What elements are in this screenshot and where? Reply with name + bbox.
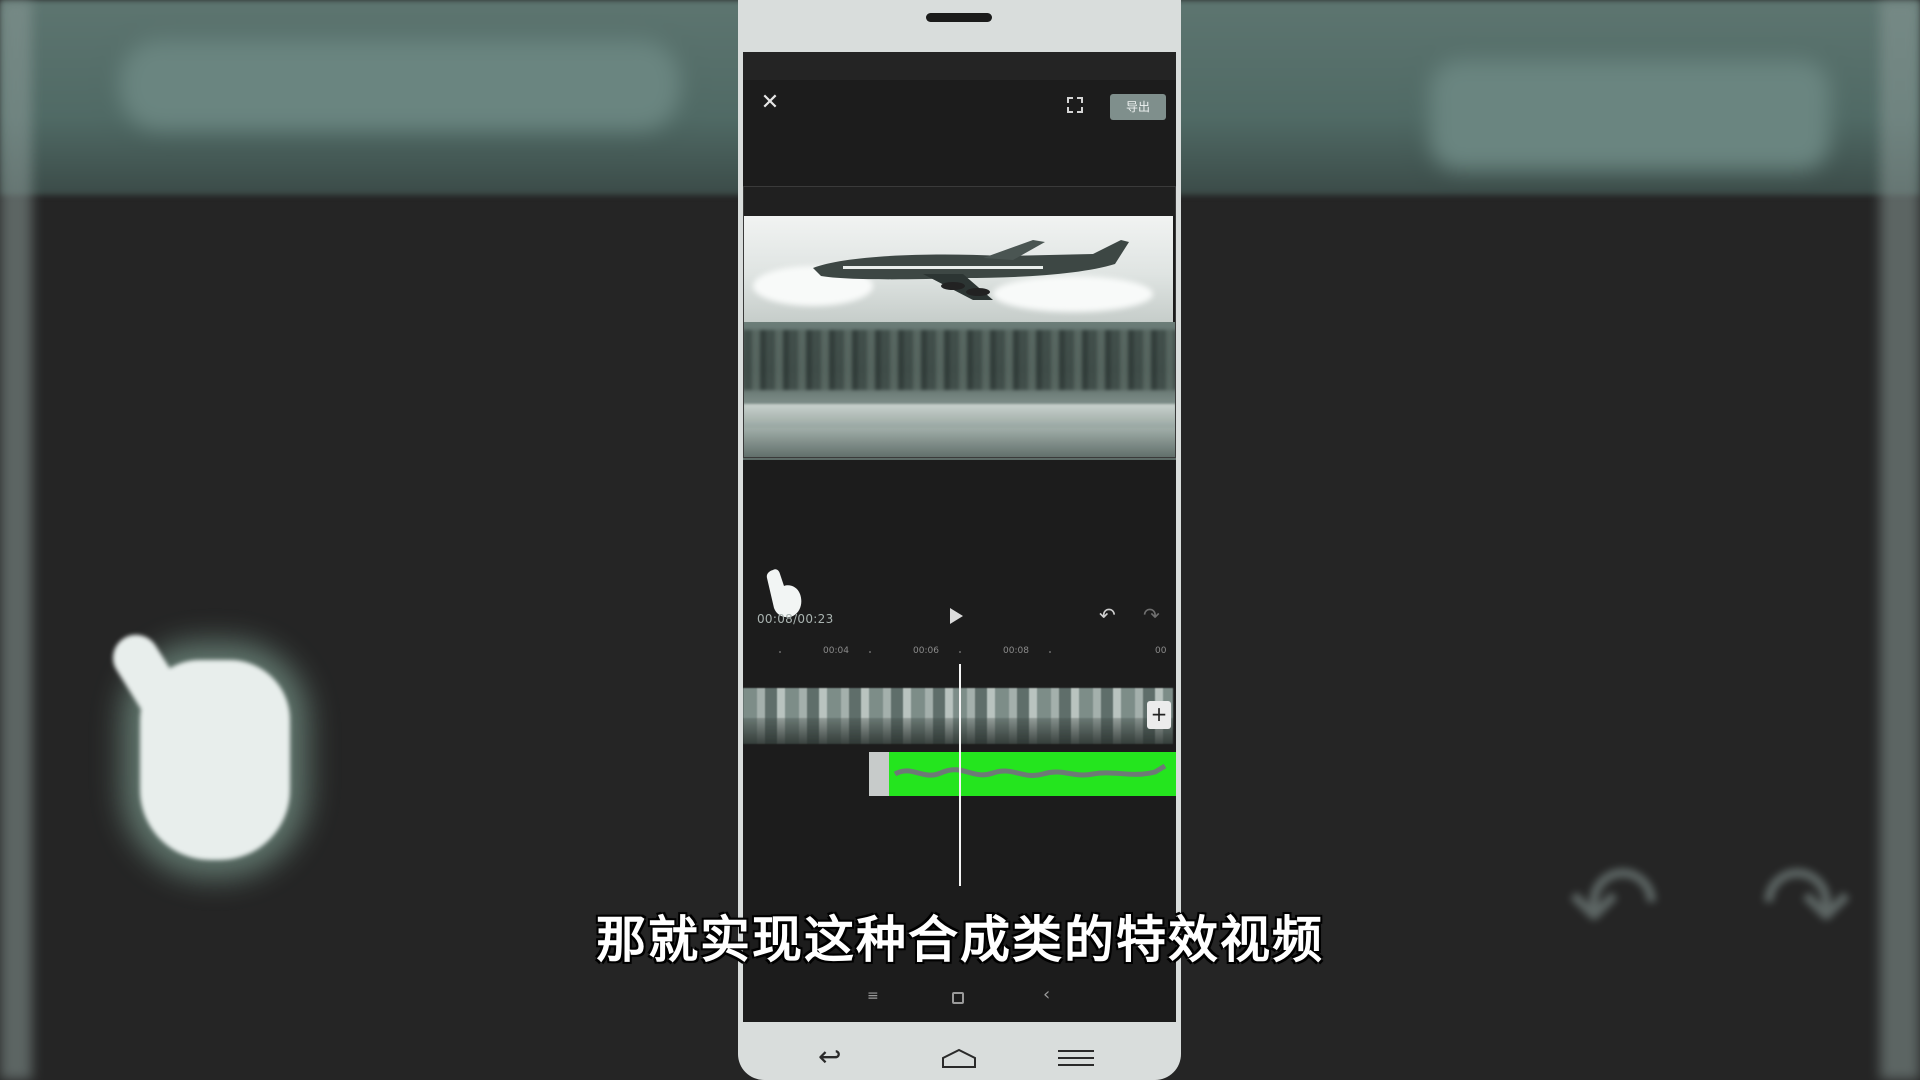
play-button[interactable] xyxy=(950,608,963,624)
nav-home-icon[interactable] xyxy=(952,992,964,1004)
hardware-menu-icon[interactable] xyxy=(1058,1050,1094,1068)
close-icon[interactable]: ✕ xyxy=(759,92,781,114)
background-hand-icon xyxy=(140,660,290,860)
nav-back-icon[interactable]: ‹ xyxy=(1043,984,1050,1005)
nav-menu-icon[interactable]: ≡ xyxy=(867,988,879,1004)
hardware-back-icon[interactable]: ↩ xyxy=(818,1040,841,1073)
playback-timecode: 00:08/00:23 xyxy=(757,612,834,626)
hardware-home-icon[interactable] xyxy=(941,1048,977,1068)
playhead[interactable] xyxy=(959,664,961,886)
status-bar xyxy=(743,52,1176,80)
phone-speaker xyxy=(926,13,992,22)
tick-label: 00:04 xyxy=(823,646,849,656)
video-subtitle: 那就实现这种合成类的特效视频 xyxy=(596,911,1324,969)
timeline-ruler: 00:04 00:06 00:08 00 xyxy=(743,646,1176,660)
editor-screen: ✕ 导出 00:08/00:23 ↶ ↷ 00:04 00:06 00:08 0… xyxy=(743,52,1176,1022)
main-video-track[interactable] xyxy=(743,688,1173,744)
tick-dot xyxy=(869,651,871,653)
tick-label: 00 xyxy=(1155,646,1167,656)
tick-label: 00:06 xyxy=(913,646,939,656)
preview-frame[interactable] xyxy=(743,186,1176,458)
tick-label: 00:08 xyxy=(1003,646,1029,656)
tick-dot xyxy=(779,651,781,653)
add-clip-button[interactable]: + xyxy=(1147,701,1171,729)
overlay-clip-track[interactable] xyxy=(869,752,1176,796)
undo-icon[interactable]: ↶ xyxy=(1099,603,1116,627)
redo-icon[interactable]: ↷ xyxy=(1143,603,1160,627)
tick-dot xyxy=(959,651,961,653)
tick-dot xyxy=(1049,651,1051,653)
fullscreen-icon[interactable] xyxy=(1067,97,1083,113)
tap-hand-icon xyxy=(766,569,802,618)
export-button[interactable]: 导出 xyxy=(1110,94,1166,120)
overlay-waveform xyxy=(893,763,1167,778)
